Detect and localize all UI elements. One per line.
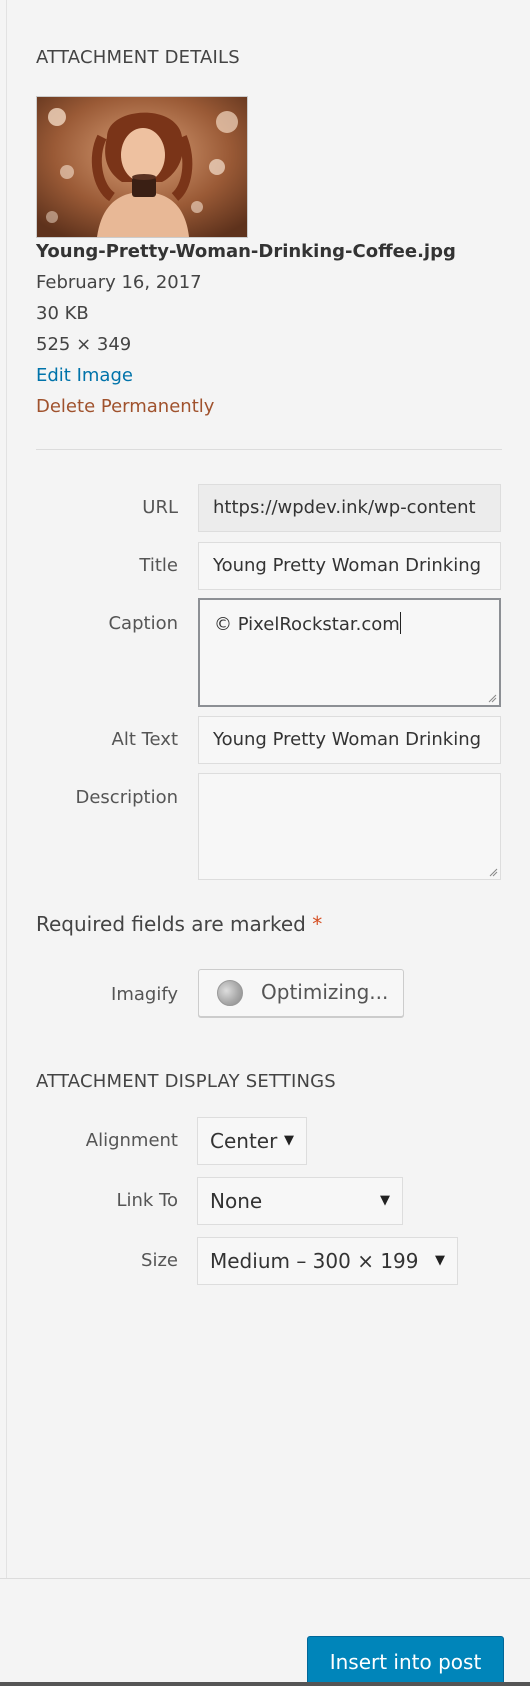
required-note-text: Required fields are marked xyxy=(36,912,306,936)
triangle-down-icon: ▼ xyxy=(435,1253,445,1268)
resize-handle-icon[interactable] xyxy=(489,868,498,877)
insert-into-post-button[interactable]: Insert into post xyxy=(307,1636,504,1686)
caption-label: Caption xyxy=(108,613,178,634)
description-textarea[interactable] xyxy=(198,773,501,880)
attachment-thumbnail[interactable] xyxy=(36,96,248,238)
bottom-edge xyxy=(0,1682,530,1686)
text-cursor xyxy=(399,612,401,634)
link-to-label: Link To xyxy=(116,1190,178,1211)
spinner-icon xyxy=(217,980,243,1006)
attachment-filesize: 30 KB xyxy=(36,303,89,324)
size-select[interactable]: Medium – 300 × 199 ▼ xyxy=(197,1237,458,1285)
size-label: Size xyxy=(141,1250,178,1271)
attachment-filename: Young-Pretty-Woman-Drinking-Coffee.jpg xyxy=(36,241,456,262)
url-label: URL xyxy=(142,497,178,518)
triangle-down-icon: ▼ xyxy=(284,1133,294,1148)
delete-permanently-link[interactable]: Delete Permanently xyxy=(36,391,456,422)
thumbnail-image xyxy=(37,97,247,237)
size-value: Medium – 300 × 199 xyxy=(210,1249,419,1273)
attachment-details-heading: ATTACHMENT DETAILS xyxy=(36,47,240,68)
caption-text: © PixelRockstar.com xyxy=(214,614,400,635)
required-fields-note: Required fields are marked * xyxy=(36,912,322,936)
caption-textarea[interactable]: © PixelRockstar.com xyxy=(198,598,501,707)
alignment-label: Alignment xyxy=(85,1130,178,1151)
url-input[interactable]: https://wpdev.ink/wp-content xyxy=(198,484,501,532)
alignment-value: Center xyxy=(210,1129,278,1153)
imagify-label: Imagify xyxy=(111,984,178,1005)
media-modal: ATTACHMENT DETAILS Young-Pretty-Woman-Dr… xyxy=(0,0,530,1686)
attachment-meta: Young-Pretty-Woman-Drinking-Coffee.jpg F… xyxy=(36,236,456,422)
imagify-optimize-button[interactable]: Optimizing... xyxy=(198,969,404,1017)
title-input[interactable]: Young Pretty Woman Drinking xyxy=(198,542,501,590)
triangle-down-icon: ▼ xyxy=(380,1193,390,1208)
attachment-date: February 16, 2017 xyxy=(36,272,202,293)
required-star: * xyxy=(312,912,323,936)
attachment-dimensions: 525 × 349 xyxy=(36,334,132,355)
link-to-value: None xyxy=(210,1189,263,1213)
alignment-select[interactable]: Center ▼ xyxy=(197,1117,307,1165)
title-label: Title xyxy=(139,555,178,576)
divider xyxy=(36,449,502,450)
attachment-sidebar: ATTACHMENT DETAILS Young-Pretty-Woman-Dr… xyxy=(0,0,530,1578)
imagify-button-label: Optimizing... xyxy=(261,980,389,1004)
alt-text-input[interactable]: Young Pretty Woman Drinking xyxy=(198,716,501,764)
resize-handle-icon[interactable] xyxy=(488,694,497,703)
display-settings-heading: ATTACHMENT DISPLAY SETTINGS xyxy=(36,1071,336,1092)
link-to-select[interactable]: None ▼ xyxy=(197,1177,403,1225)
description-label: Description xyxy=(75,787,178,808)
edit-image-link[interactable]: Edit Image xyxy=(36,360,456,391)
alt-text-label: Alt Text xyxy=(111,729,179,750)
